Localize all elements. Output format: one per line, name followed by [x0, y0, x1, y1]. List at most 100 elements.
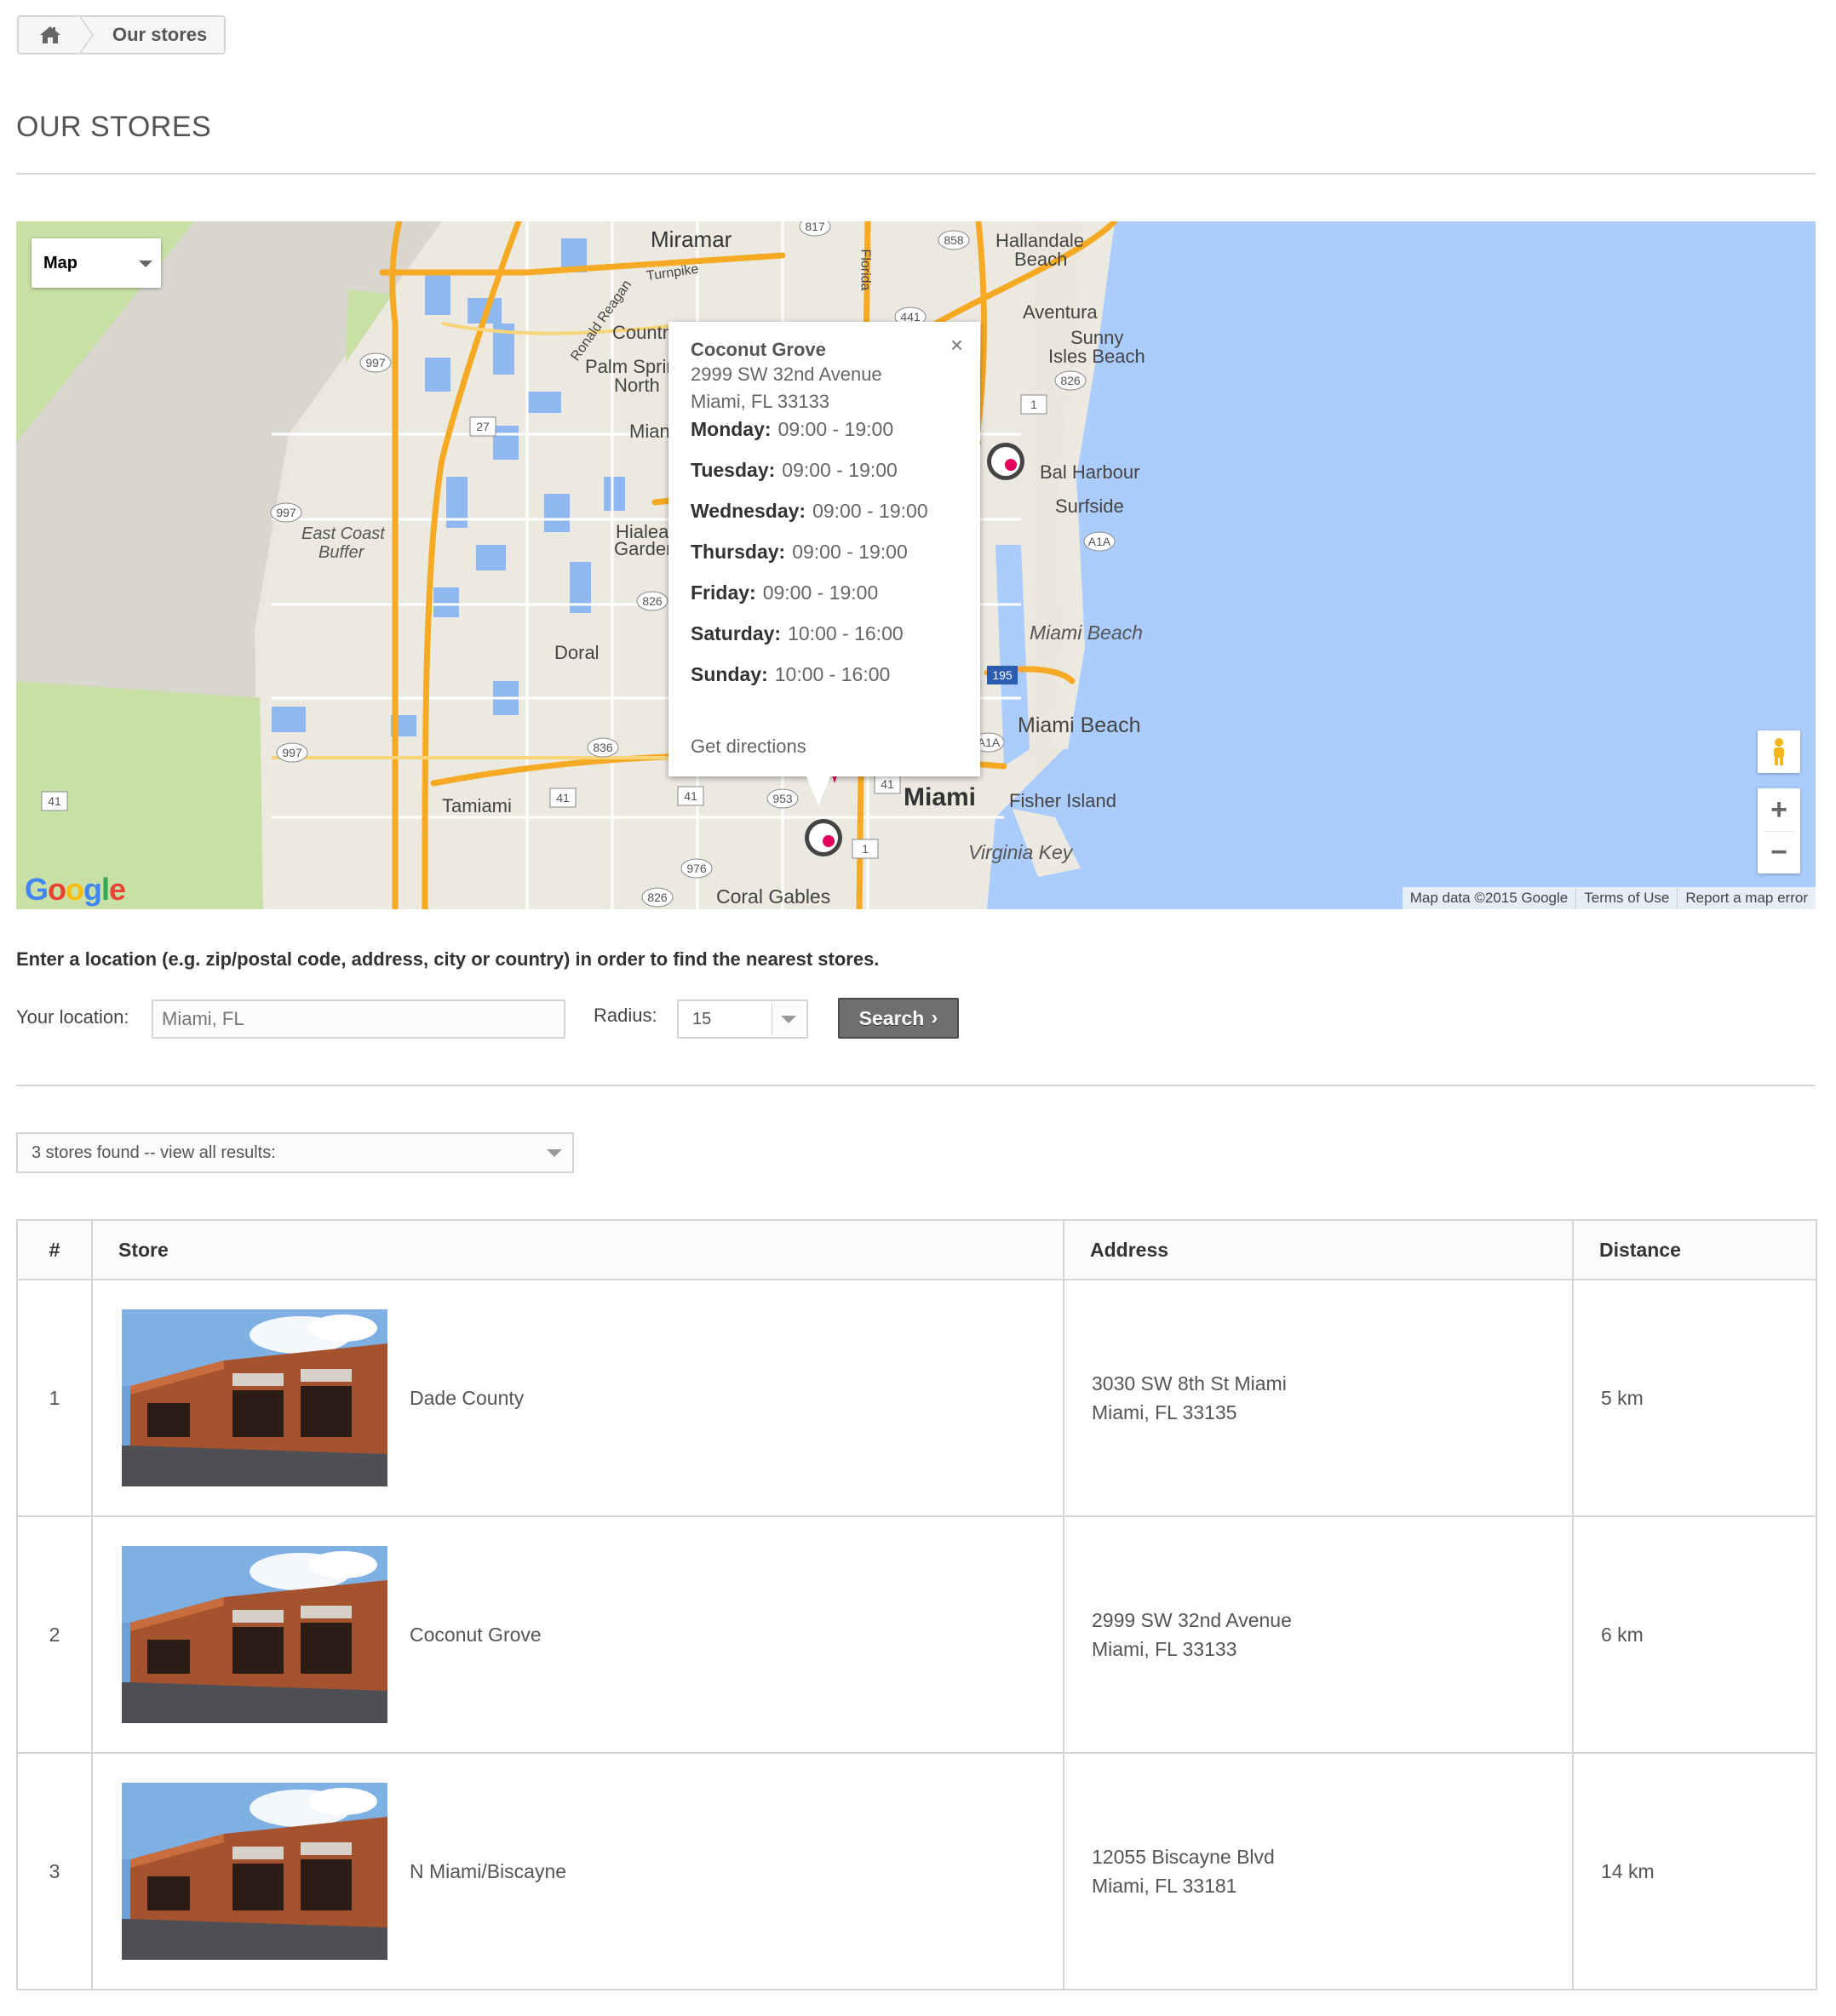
- map-label: Beach: [1014, 249, 1068, 270]
- search-instructions: Enter a location (e.g. zip/postal code, …: [16, 948, 880, 970]
- column-header-address: Address: [1063, 1219, 1574, 1280]
- hours-row: Monday: 09:00 - 19:00: [691, 418, 894, 440]
- google-logo: Google: [25, 872, 126, 907]
- svg-text:27: 27: [476, 420, 490, 433]
- column-header-number: #: [16, 1219, 93, 1280]
- location-label: Your location:: [16, 1006, 129, 1028]
- row-number: 2: [16, 1515, 93, 1754]
- search-button[interactable]: Search ›: [838, 998, 959, 1039]
- dropdown-arrow-icon: [772, 1003, 805, 1035]
- page-title: OUR STORES: [16, 111, 212, 143]
- radius-value: 15: [692, 1009, 712, 1028]
- map-label: Coral Gables: [716, 885, 831, 908]
- zoom-out-button[interactable]: −: [1758, 831, 1800, 873]
- home-icon: [40, 26, 60, 43]
- svg-text:826: 826: [647, 891, 668, 904]
- zoom-control: + −: [1758, 788, 1800, 873]
- store-name: N Miami/Biscayne: [410, 1859, 567, 1882]
- zoom-in-button[interactable]: +: [1758, 788, 1800, 831]
- svg-text:41: 41: [881, 777, 894, 791]
- hours-row: Tuesday: 09:00 - 19:00: [691, 459, 898, 481]
- results-dropdown[interactable]: 3 stores found -- view all results:: [16, 1132, 574, 1173]
- table-row[interactable]: 3 N Miami/Biscayne 12055 Biscayne Blvd M…: [16, 1752, 1817, 1990]
- map-label: Florida: [858, 249, 873, 291]
- map-label: North: [614, 375, 660, 396]
- info-window-address-line2: Miami, FL 33133: [691, 391, 830, 412]
- address-line2: Miami, FL 33181: [1092, 1875, 1237, 1897]
- hours-row: Friday: 09:00 - 19:00: [691, 581, 879, 604]
- opening-hours: Monday: 09:00 - 19:00 Tuesday: 09:00 - 19:…: [691, 415, 958, 695]
- info-window-address-line1: 2999 SW 32nd Avenue: [691, 364, 882, 385]
- address-line2: Miami, FL 33135: [1092, 1401, 1237, 1423]
- info-window-title: Coconut Grove: [691, 339, 826, 360]
- table-row[interactable]: 2 Coconut Grove 2999 SW 32nd Avenue Miam…: [16, 1515, 1817, 1754]
- address-line1: 12055 Biscayne Blvd: [1092, 1846, 1275, 1868]
- column-header-store: Store: [91, 1219, 1064, 1280]
- svg-text:976: 976: [686, 862, 707, 875]
- svg-text:41: 41: [48, 794, 61, 808]
- svg-text:195: 195: [992, 668, 1013, 682]
- svg-text:817: 817: [805, 221, 825, 233]
- address-line2: Miami, FL 33133: [1092, 1638, 1237, 1660]
- store-distance: 5 km: [1572, 1279, 1817, 1517]
- table-row[interactable]: 1 Dade County 3030 SW 8th St Miami Miami…: [16, 1279, 1817, 1517]
- svg-text:858: 858: [944, 233, 964, 247]
- map-label: Virginia Key: [968, 841, 1073, 863]
- map-type-dropdown[interactable]: Map: [32, 238, 161, 288]
- terms-of-use-link[interactable]: Terms of Use: [1575, 887, 1677, 909]
- report-map-error-link[interactable]: Report a map error: [1677, 887, 1816, 909]
- column-header-distance: Distance: [1572, 1219, 1817, 1280]
- close-icon[interactable]: ×: [950, 334, 963, 356]
- store-info-window: × Coconut Grove 2999 SW 32nd Avenue Miam…: [668, 322, 980, 776]
- address-line1: 3030 SW 8th St Miami: [1092, 1372, 1287, 1395]
- address-line1: 2999 SW 32nd Avenue: [1092, 1609, 1292, 1631]
- map-label: Aventura: [1023, 301, 1098, 323]
- map-label: Miami: [904, 783, 977, 811]
- svg-text:953: 953: [772, 792, 793, 805]
- store-image: [122, 1783, 387, 1960]
- svg-text:997: 997: [365, 356, 386, 369]
- store-image: [122, 1309, 387, 1486]
- search-button-label: Search: [858, 1006, 925, 1029]
- map-label: Miami Beach: [1030, 621, 1143, 644]
- map-label: Miramar: [651, 226, 732, 252]
- map-label: Miami Beach: [1018, 713, 1141, 737]
- dropdown-arrow-icon: [547, 1149, 562, 1157]
- map-attribution: Map data ©2015 Google Terms of Use Repor…: [1402, 887, 1816, 909]
- svg-text:41: 41: [684, 789, 697, 803]
- map-label: East Coast: [301, 524, 385, 543]
- map-label: Mian: [629, 421, 670, 442]
- map-data-credit: Map data ©2015 Google: [1409, 890, 1569, 906]
- svg-text:41: 41: [556, 791, 570, 805]
- search-divider: [16, 1085, 1816, 1086]
- get-directions-link[interactable]: Get directions: [691, 736, 806, 758]
- chevron-right-icon: ›: [931, 1006, 938, 1029]
- hours-row: Saturday: 10:00 - 16:00: [691, 622, 904, 644]
- street-view-pegman-icon[interactable]: [1758, 730, 1800, 773]
- store-name: Coconut Grove: [410, 1623, 542, 1646]
- store-marker-icon[interactable]: [987, 443, 1024, 480]
- map-type-label: Map: [43, 253, 77, 272]
- home-link[interactable]: [19, 15, 94, 54]
- svg-text:1: 1: [1030, 398, 1037, 411]
- svg-text:826: 826: [642, 594, 663, 608]
- hours-row: Wednesday: 09:00 - 19:00: [691, 500, 928, 522]
- table-header-row: # Store Address Distance: [16, 1219, 1817, 1280]
- svg-text:A1A: A1A: [1088, 535, 1111, 548]
- svg-text:1: 1: [862, 842, 869, 856]
- radius-select[interactable]: 15: [677, 999, 808, 1039]
- store-name: Dade County: [410, 1386, 525, 1409]
- store-image: [122, 1546, 387, 1723]
- svg-text:836: 836: [593, 741, 613, 754]
- map-label: Doral: [554, 642, 600, 663]
- store-marker-icon[interactable]: [805, 819, 842, 856]
- store-map[interactable]: 817 858 441 997 27 826 1 997 826 A1A 195…: [16, 221, 1816, 909]
- location-input[interactable]: [152, 999, 565, 1039]
- map-label: Garden: [614, 538, 677, 559]
- store-distance: 14 km: [1572, 1752, 1817, 1990]
- hours-row: Thursday: 09:00 - 19:00: [691, 541, 908, 563]
- hours-row: Sunday: 10:00 - 16:00: [691, 663, 891, 685]
- info-window-tail: [806, 776, 830, 805]
- radius-label: Radius:: [594, 1005, 657, 1026]
- stores-table: # Store Address Distance 1 Dade County 3…: [16, 1219, 1817, 1990]
